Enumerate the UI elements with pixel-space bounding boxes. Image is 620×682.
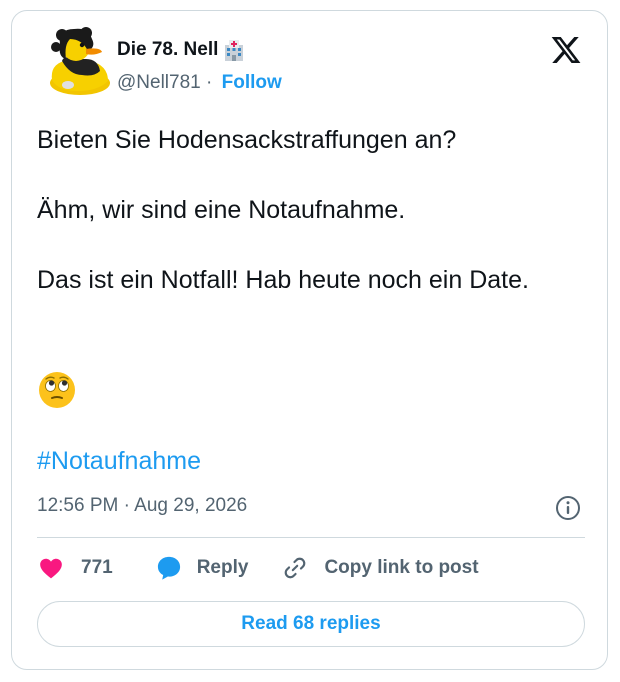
follow-button[interactable]: Follow xyxy=(222,72,282,93)
hashtag-link[interactable]: #Notaufnahme xyxy=(37,447,201,476)
like-button[interactable]: 771 xyxy=(37,555,113,581)
tweet-text: Bieten Sie Hodensackstraffungen an? Ähm,… xyxy=(37,126,529,294)
like-count: 771 xyxy=(81,557,113,578)
reply-bubble-icon xyxy=(157,556,180,580)
reply-button[interactable]: Reply xyxy=(155,554,249,582)
display-name[interactable]: Die 78. Nell xyxy=(117,39,218,61)
copy-link-button[interactable]: Copy link to post xyxy=(282,555,479,581)
avatar[interactable] xyxy=(42,25,114,97)
x-logo-icon[interactable] xyxy=(550,34,582,66)
read-replies-label: Read 68 replies xyxy=(241,613,381,634)
divider xyxy=(37,537,585,538)
info-icon[interactable] xyxy=(555,495,581,521)
heart-icon xyxy=(40,558,62,579)
tweet-card: Die 78. Nell @Nell781 · Follow Bieten Si… xyxy=(11,10,608,670)
user-handle[interactable]: @Nell781 xyxy=(117,72,201,93)
tweet-timestamp[interactable]: 12:56 PM · Aug 29, 2026 xyxy=(37,495,247,517)
reply-label: Reply xyxy=(196,557,249,578)
copy-link-label: Copy link to post xyxy=(324,557,479,578)
action-bar: 771 Reply Copy link to post xyxy=(37,553,479,583)
hospital-icon xyxy=(225,40,244,61)
separator-dot: · xyxy=(206,72,213,93)
face-with-rolling-eyes-icon xyxy=(39,372,75,408)
read-replies-button[interactable]: Read 68 replies xyxy=(37,601,585,647)
link-icon xyxy=(285,557,306,579)
